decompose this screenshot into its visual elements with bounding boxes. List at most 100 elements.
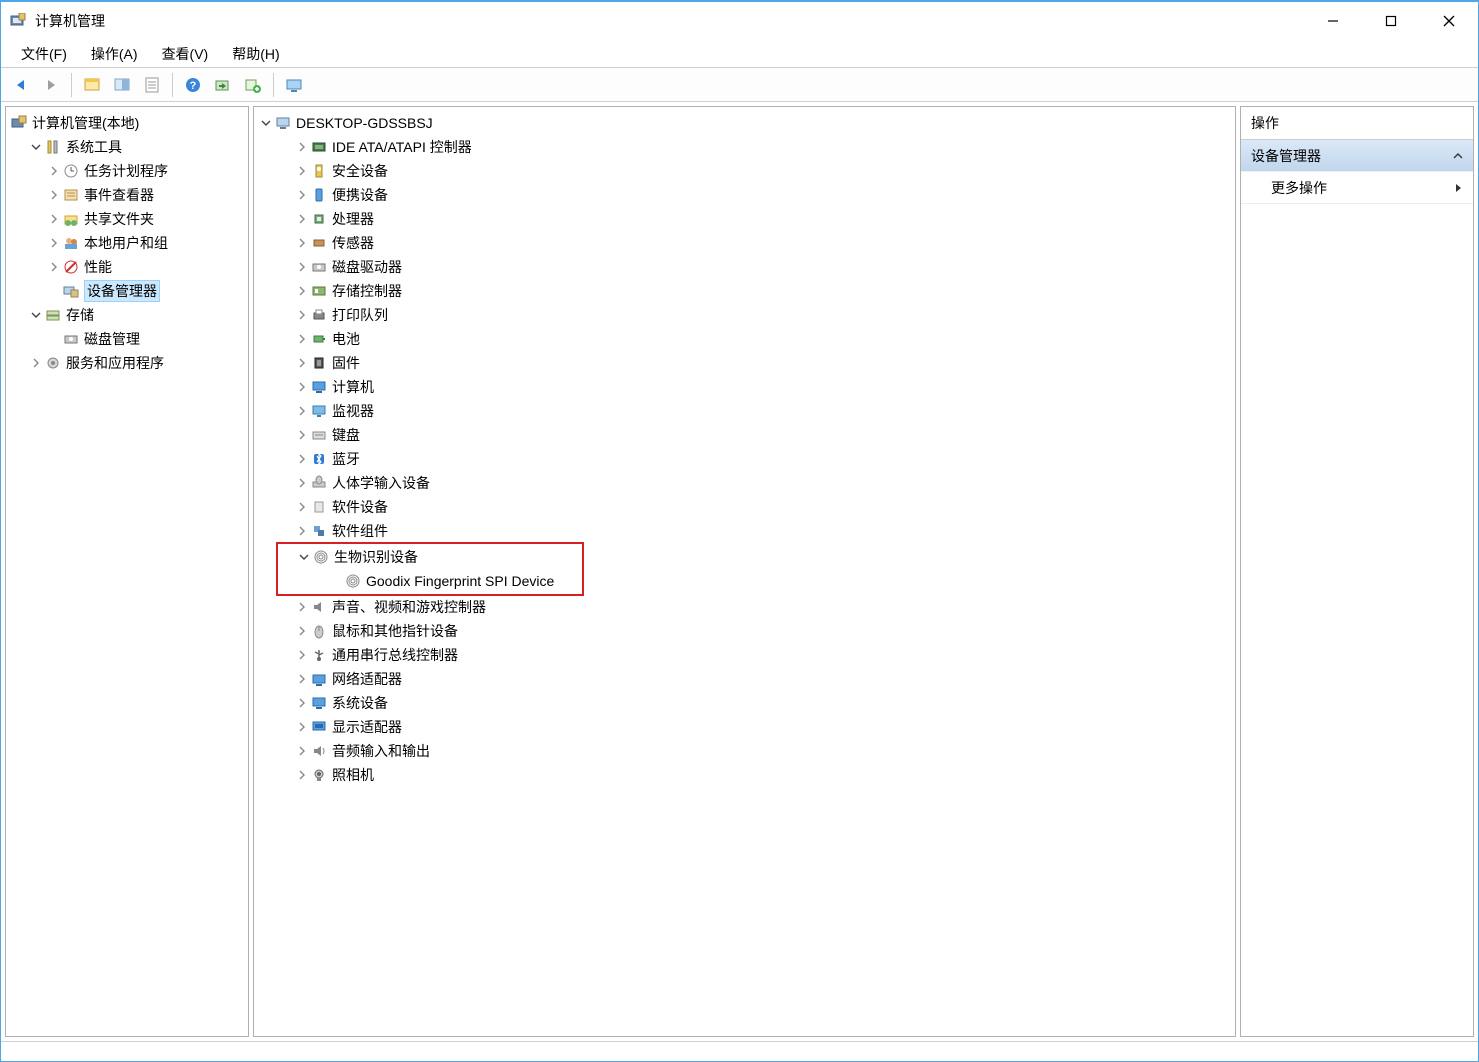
close-button[interactable] — [1420, 2, 1478, 40]
label: 本地用户和组 — [84, 233, 168, 253]
tree-disk-management[interactable]: 磁盘管理 — [8, 327, 246, 351]
chevron-right-icon[interactable] — [46, 187, 62, 203]
tree-system-tools[interactable]: 系统工具 — [8, 135, 246, 159]
device-goodix-fingerprint[interactable]: Goodix Fingerprint SPI Device — [278, 569, 582, 593]
chevron-right-icon[interactable] — [46, 211, 62, 227]
chevron-down-icon[interactable] — [28, 307, 44, 323]
chevron-right-icon[interactable] — [294, 767, 310, 783]
category-sensors[interactable]: 传感器 — [256, 231, 1233, 255]
category-computer[interactable]: 计算机 — [256, 375, 1233, 399]
chevron-right-icon[interactable] — [294, 599, 310, 615]
sensor-icon — [310, 234, 328, 252]
chevron-right-icon[interactable] — [294, 163, 310, 179]
category-usb-controllers[interactable]: 通用串行总线控制器 — [256, 643, 1233, 667]
chevron-right-icon[interactable] — [294, 695, 310, 711]
menu-file[interactable]: 文件(F) — [11, 42, 77, 66]
minimize-button[interactable] — [1304, 2, 1362, 40]
tree-services-apps[interactable]: 服务和应用程序 — [8, 351, 246, 375]
show-hide-console-tree-button[interactable] — [78, 71, 106, 99]
label: 蓝牙 — [332, 449, 360, 469]
chevron-right-icon[interactable] — [294, 719, 310, 735]
category-keyboards[interactable]: 键盘 — [256, 423, 1233, 447]
category-firmware[interactable]: 固件 — [256, 351, 1233, 375]
chevron-right-icon[interactable] — [294, 451, 310, 467]
chevron-down-icon[interactable] — [28, 139, 44, 155]
tree-shared-folders[interactable]: 共享文件夹 — [8, 207, 246, 231]
chevron-right-icon[interactable] — [294, 499, 310, 515]
category-biometric-devices[interactable]: 生物识别设备 — [278, 545, 582, 569]
category-system-devices[interactable]: 系统设备 — [256, 691, 1233, 715]
category-software-devices[interactable]: 软件设备 — [256, 495, 1233, 519]
tree-storage[interactable]: 存储 — [8, 303, 246, 327]
category-hid[interactable]: 人体学输入设备 — [256, 471, 1233, 495]
chevron-right-icon[interactable] — [294, 307, 310, 323]
chevron-right-icon[interactable] — [46, 259, 62, 275]
label: 声音、视频和游戏控制器 — [332, 597, 486, 617]
scan-hardware-button[interactable] — [209, 71, 237, 99]
chevron-right-icon[interactable] — [46, 235, 62, 251]
category-audio-io[interactable]: 音频输入和输出 — [256, 739, 1233, 763]
tree-event-viewer[interactable]: 事件查看器 — [8, 183, 246, 207]
category-monitors[interactable]: 监视器 — [256, 399, 1233, 423]
tree-task-scheduler[interactable]: 任务计划程序 — [8, 159, 246, 183]
category-sound-video-game[interactable]: 声音、视频和游戏控制器 — [256, 595, 1233, 619]
chevron-right-icon[interactable] — [294, 139, 310, 155]
chevron-right-icon[interactable] — [294, 187, 310, 203]
category-batteries[interactable]: 电池 — [256, 327, 1233, 351]
chevron-right-icon[interactable] — [294, 671, 310, 687]
chevron-right-icon[interactable] — [46, 163, 62, 179]
category-security-devices[interactable]: 安全设备 — [256, 159, 1233, 183]
properties-button[interactable] — [138, 71, 166, 99]
category-cameras[interactable]: 照相机 — [256, 763, 1233, 787]
chevron-right-icon[interactable] — [294, 235, 310, 251]
maximize-button[interactable] — [1362, 2, 1420, 40]
chevron-right-icon[interactable] — [28, 355, 44, 371]
chevron-right-icon[interactable] — [294, 403, 310, 419]
actions-more-actions[interactable]: 更多操作 — [1241, 172, 1473, 204]
usb-icon — [310, 646, 328, 664]
actions-section-device-manager[interactable]: 设备管理器 — [1241, 140, 1473, 172]
tree-performance[interactable]: 性能 — [8, 255, 246, 279]
chevron-right-icon[interactable] — [294, 379, 310, 395]
menu-help[interactable]: 帮助(H) — [222, 42, 289, 66]
label: IDE ATA/ATAPI 控制器 — [332, 137, 472, 157]
chevron-down-icon[interactable] — [296, 549, 312, 565]
category-software-components[interactable]: 软件组件 — [256, 519, 1233, 543]
category-bluetooth[interactable]: 蓝牙 — [256, 447, 1233, 471]
chevron-right-icon[interactable] — [294, 743, 310, 759]
chevron-right-icon[interactable] — [294, 355, 310, 371]
chevron-right-icon[interactable] — [294, 331, 310, 347]
chevron-right-icon[interactable] — [294, 283, 310, 299]
chevron-right-icon[interactable] — [294, 623, 310, 639]
chevron-right-icon[interactable] — [294, 427, 310, 443]
tree-device-manager[interactable]: 设备管理器 — [8, 279, 246, 303]
window-controls — [1304, 2, 1478, 40]
chevron-right-icon[interactable] — [294, 523, 310, 539]
remote-computer-button[interactable] — [280, 71, 308, 99]
tree-local-users-groups[interactable]: 本地用户和组 — [8, 231, 246, 255]
category-portable-devices[interactable]: 便携设备 — [256, 183, 1233, 207]
menu-view[interactable]: 查看(V) — [152, 42, 219, 66]
category-ide-ata[interactable]: IDE ATA/ATAPI 控制器 — [256, 135, 1233, 159]
category-print-queues[interactable]: 打印队列 — [256, 303, 1233, 327]
category-mice-pointing[interactable]: 鼠标和其他指针设备 — [256, 619, 1233, 643]
forward-button[interactable] — [37, 71, 65, 99]
category-disk-drives[interactable]: 磁盘驱动器 — [256, 255, 1233, 279]
back-button[interactable] — [7, 71, 35, 99]
category-storage-controllers[interactable]: 存储控制器 — [256, 279, 1233, 303]
category-processors[interactable]: 处理器 — [256, 207, 1233, 231]
help-button[interactable]: ? — [179, 71, 207, 99]
menu-action[interactable]: 操作(A) — [81, 42, 148, 66]
label: 音频输入和输出 — [332, 741, 430, 761]
tree-root[interactable]: 计算机管理(本地) — [8, 111, 246, 135]
show-hide-action-pane-button[interactable] — [108, 71, 136, 99]
chevron-right-icon[interactable] — [294, 647, 310, 663]
add-legacy-hardware-button[interactable] — [239, 71, 267, 99]
chevron-down-icon[interactable] — [258, 115, 274, 131]
category-display-adapters[interactable]: 显示适配器 — [256, 715, 1233, 739]
chevron-right-icon[interactable] — [294, 259, 310, 275]
chevron-right-icon[interactable] — [294, 475, 310, 491]
chevron-right-icon[interactable] — [294, 211, 310, 227]
device-root[interactable]: DESKTOP-GDSSBSJ — [256, 111, 1233, 135]
category-network-adapters[interactable]: 网络适配器 — [256, 667, 1233, 691]
